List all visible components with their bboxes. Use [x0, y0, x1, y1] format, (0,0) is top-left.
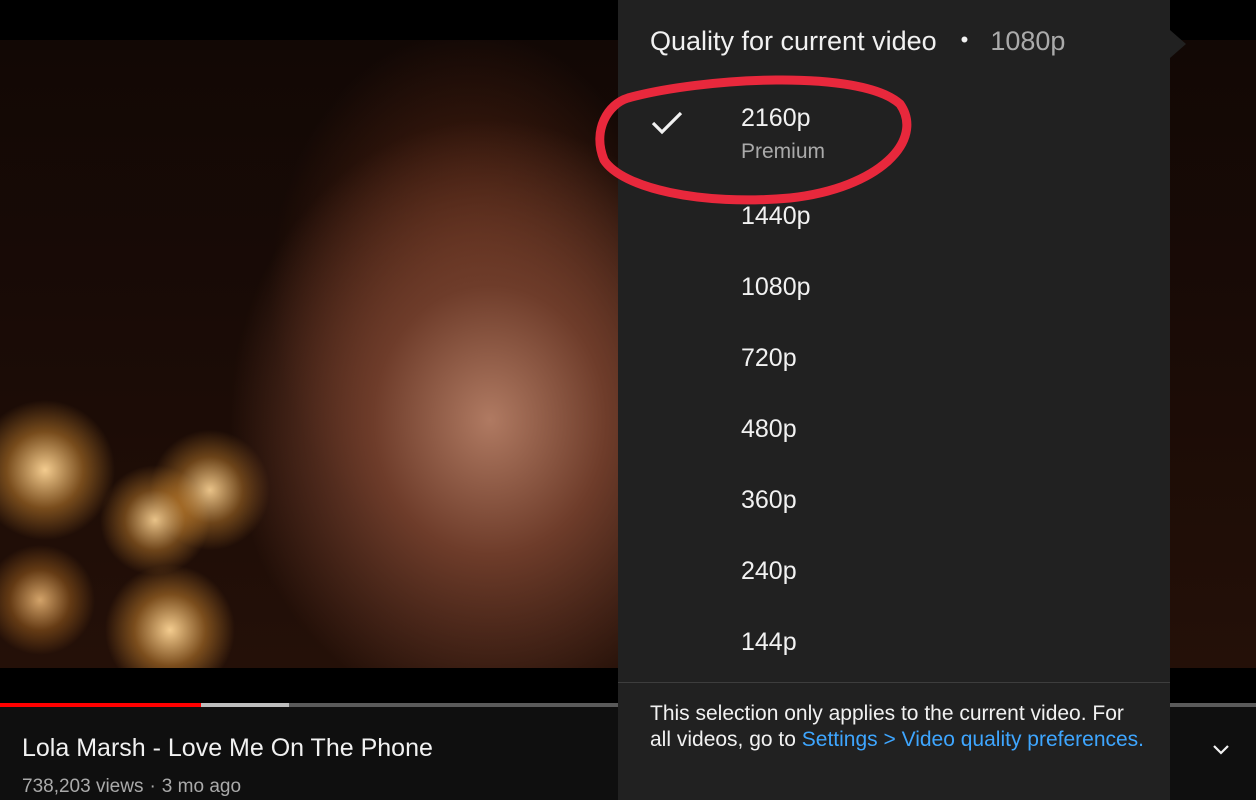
quality-option-2160p[interactable]: 2160p Premium: [618, 100, 1170, 178]
quality-option-240p[interactable]: 240p: [618, 551, 1170, 615]
quality-option-1080p[interactable]: 1080p: [618, 267, 1170, 331]
header-separator: •: [960, 27, 969, 52]
quality-option-label: 144p: [741, 628, 797, 656]
quality-option-label: 360p: [741, 486, 797, 514]
video-quality-preferences-link[interactable]: Settings > Video quality preferences.: [802, 728, 1144, 751]
quality-option-144p[interactable]: 144p: [618, 622, 1170, 686]
current-quality: 1080p: [990, 26, 1066, 56]
quality-footer-note: This selection only applies to the curre…: [650, 701, 1150, 753]
quality-option-label: 240p: [741, 557, 797, 585]
upload-age: 3 mo ago: [161, 776, 242, 797]
quality-option-sublabel: Premium: [741, 140, 826, 163]
quality-option-label: 1080p: [741, 273, 811, 301]
meta-separator: ·: [149, 776, 156, 797]
quality-option-label: 1440p: [741, 202, 811, 230]
quality-option-label: 720p: [741, 344, 797, 372]
quality-option-480p[interactable]: 480p: [618, 409, 1170, 473]
check-icon: [648, 108, 688, 138]
quality-menu-title: Quality for current video: [650, 26, 937, 56]
quality-menu-header: Quality for current video • 1080p: [650, 26, 1065, 57]
quality-option-label: 2160p: [741, 104, 811, 132]
menu-divider: [618, 682, 1170, 683]
menu-pointer-arrow: [1170, 30, 1186, 58]
video-meta: 738,203 views · 3 mo ago: [22, 776, 241, 798]
quality-option-360p[interactable]: 360p: [618, 480, 1170, 544]
quality-option-label: 480p: [741, 415, 797, 443]
view-count: 738,203 views: [22, 776, 144, 797]
quality-option-720p[interactable]: 720p: [618, 338, 1170, 402]
quality-menu: Quality for current video • 1080p 2160p Pr…: [618, 0, 1170, 800]
quality-option-1440p[interactable]: 1440p: [618, 196, 1170, 260]
video-title[interactable]: Lola Marsh - Love Me On The Phone: [22, 734, 433, 763]
chevron-down-icon[interactable]: [1206, 734, 1236, 764]
